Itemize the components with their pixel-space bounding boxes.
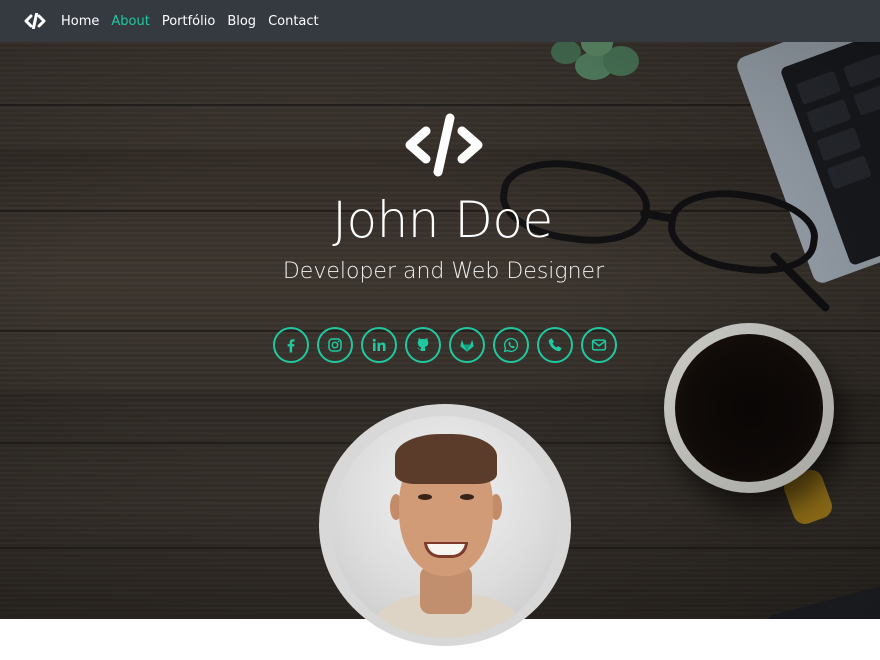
phone-button[interactable] bbox=[537, 327, 573, 363]
code-icon bbox=[405, 113, 483, 177]
whatsapp-button[interactable] bbox=[493, 327, 529, 363]
gitlab-icon bbox=[460, 339, 474, 352]
github-button[interactable] bbox=[405, 327, 441, 363]
phone-icon bbox=[548, 338, 562, 352]
facebook-icon bbox=[287, 339, 295, 353]
instagram-button[interactable] bbox=[317, 327, 353, 363]
instagram-icon bbox=[328, 338, 342, 352]
email-icon bbox=[591, 339, 607, 351]
hero-code-icon bbox=[404, 113, 484, 177]
code-icon bbox=[24, 13, 46, 29]
nav-link-home[interactable]: Home bbox=[61, 14, 99, 29]
phone-decoration bbox=[765, 565, 880, 619]
wood-plank-divider bbox=[0, 104, 880, 106]
linkedin-button[interactable] bbox=[361, 327, 397, 363]
nav-link-contact[interactable]: Contact bbox=[268, 14, 319, 29]
social-links bbox=[273, 327, 619, 365]
plant-decoration bbox=[545, 42, 645, 92]
whatsapp-icon bbox=[503, 337, 519, 353]
linkedin-icon bbox=[372, 338, 386, 351]
coffee-decoration bbox=[675, 334, 823, 482]
brand-logo-code-icon[interactable] bbox=[24, 12, 46, 30]
nav-link-about[interactable]: About bbox=[111, 14, 149, 29]
hero-name: John Doe bbox=[332, 191, 553, 249]
avatar bbox=[332, 416, 558, 638]
hero-subtitle: Developer and Web Designer bbox=[282, 259, 605, 284]
navbar: Home About Portfólio Blog Contact bbox=[0, 0, 880, 42]
nav-link-blog[interactable]: Blog bbox=[227, 14, 256, 29]
email-button[interactable] bbox=[581, 327, 617, 363]
nav-link-portfolio[interactable]: Portfólio bbox=[162, 14, 215, 29]
facebook-button[interactable] bbox=[273, 327, 309, 363]
github-icon bbox=[417, 338, 429, 351]
gitlab-button[interactable] bbox=[449, 327, 485, 363]
